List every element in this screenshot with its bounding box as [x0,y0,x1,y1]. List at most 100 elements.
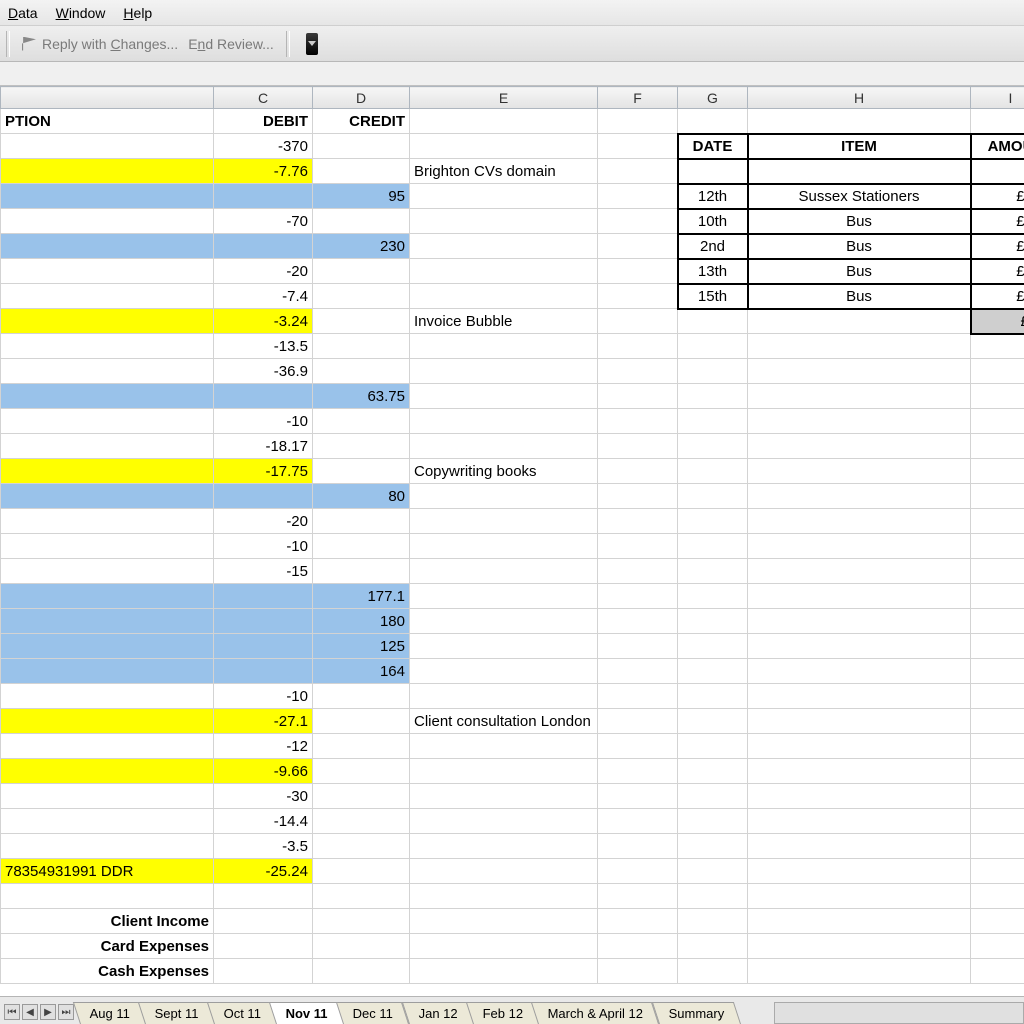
cell[interactable] [214,659,313,684]
cell[interactable] [678,709,748,734]
col-header-I[interactable]: I [971,87,1024,109]
cell[interactable] [410,559,598,584]
cell[interactable] [598,434,678,459]
cell[interactable] [748,609,971,634]
cell[interactable] [313,959,410,984]
cell[interactable] [971,534,1024,559]
cell[interactable] [971,884,1024,909]
cell[interactable] [678,684,748,709]
cell[interactable] [598,609,678,634]
cell[interactable] [313,784,410,809]
cell[interactable]: CREDIT [313,109,410,134]
cell[interactable] [678,409,748,434]
cell[interactable] [598,734,678,759]
cell[interactable] [313,559,410,584]
cell[interactable] [598,859,678,884]
cell[interactable]: 95 [313,184,410,209]
cell[interactable] [410,234,598,259]
cell[interactable] [410,609,598,634]
cell[interactable]: £4.0 [971,234,1024,259]
sheet-tab[interactable]: Nov 11 [269,1002,344,1024]
cell[interactable] [1,484,214,509]
cell[interactable]: 230 [313,234,410,259]
cell[interactable] [1,709,214,734]
cell[interactable] [410,684,598,709]
cell[interactable] [971,734,1024,759]
cell[interactable] [678,559,748,584]
cell[interactable] [214,634,313,659]
cell[interactable] [678,609,748,634]
cell[interactable]: -7.76 [214,159,313,184]
cell[interactable] [313,684,410,709]
cell[interactable] [313,709,410,734]
cell[interactable] [410,534,598,559]
cell[interactable] [598,259,678,284]
cell[interactable] [410,784,598,809]
col-header-B[interactable] [1,87,214,109]
cell[interactable] [598,459,678,484]
cell[interactable] [1,334,214,359]
cell[interactable] [313,284,410,309]
cell[interactable] [1,659,214,684]
cell[interactable] [1,309,214,334]
cell[interactable] [971,459,1024,484]
cell[interactable] [678,959,748,984]
cell[interactable] [1,734,214,759]
cell[interactable] [313,509,410,534]
cell[interactable] [1,609,214,634]
cell[interactable] [410,734,598,759]
cell[interactable] [410,834,598,859]
end-review-button[interactable]: End Review... [188,36,274,52]
cell[interactable] [971,809,1024,834]
col-header-C[interactable]: C [214,87,313,109]
cell[interactable] [313,834,410,859]
cell[interactable] [598,184,678,209]
cell[interactable] [410,184,598,209]
cell[interactable] [313,534,410,559]
cell[interactable] [598,384,678,409]
cell[interactable] [598,634,678,659]
cell[interactable] [678,784,748,809]
cell[interactable] [971,484,1024,509]
cell[interactable]: Card Expenses [1,934,214,959]
cell[interactable]: 164 [313,659,410,684]
cell[interactable]: 15th [678,284,748,309]
cell[interactable] [214,184,313,209]
cell[interactable] [1,509,214,534]
cell[interactable] [313,309,410,334]
cell[interactable] [1,384,214,409]
cell[interactable] [748,834,971,859]
cell[interactable] [313,134,410,159]
cell[interactable] [748,509,971,534]
cell[interactable] [748,109,971,134]
cell[interactable] [678,884,748,909]
cell[interactable] [971,334,1024,359]
cell[interactable]: -7.4 [214,284,313,309]
cell[interactable] [678,459,748,484]
cell[interactable] [598,834,678,859]
cell[interactable] [748,959,971,984]
cell[interactable] [678,759,748,784]
cell[interactable] [748,759,971,784]
sheet-tab[interactable]: Aug 11 [73,1002,146,1024]
cell[interactable] [1,159,214,184]
cell[interactable] [598,109,678,134]
cell[interactable]: 63.75 [313,384,410,409]
cell[interactable] [1,584,214,609]
cell[interactable]: 13th [678,259,748,284]
cell[interactable] [971,909,1024,934]
cell[interactable] [748,384,971,409]
cell[interactable] [1,634,214,659]
cell[interactable] [678,434,748,459]
cell[interactable]: 125 [313,634,410,659]
cell[interactable] [971,509,1024,534]
cell[interactable] [1,134,214,159]
cell[interactable]: -14.4 [214,809,313,834]
cell[interactable] [598,484,678,509]
cell[interactable] [598,959,678,984]
cell[interactable]: DATE [678,134,748,159]
cell[interactable]: £15 [971,309,1024,334]
cell[interactable]: £4.0 [971,209,1024,234]
cell[interactable] [598,159,678,184]
cell[interactable] [971,934,1024,959]
